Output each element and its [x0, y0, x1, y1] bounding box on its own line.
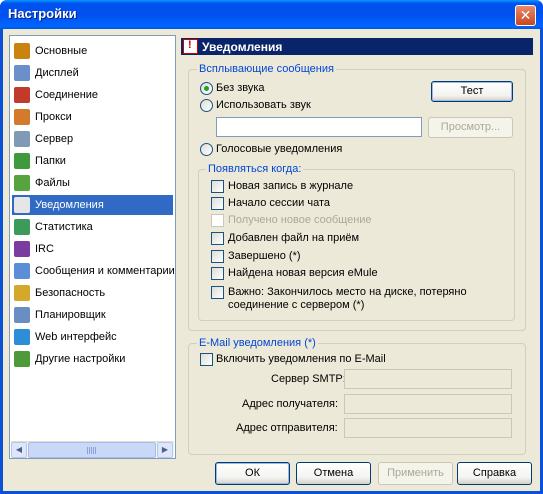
scroll-left-button[interactable]: ◀	[11, 442, 27, 458]
nav-item-label: Уведомления	[35, 199, 104, 211]
nav-item-display[interactable]: Дисплей	[12, 63, 173, 83]
when-item-checkbox[interactable]	[211, 197, 224, 210]
nav-item-irc[interactable]: IRC	[12, 239, 173, 259]
nav-item-files[interactable]: Файлы	[12, 173, 173, 193]
apply-button[interactable]: Применить	[378, 462, 453, 485]
panel-header: Уведомления	[181, 38, 533, 55]
nav-item-gear[interactable]: Основные	[12, 41, 173, 61]
help-button[interactable]: Справка	[457, 462, 532, 485]
smtp-server-input[interactable]	[344, 369, 512, 389]
when-item-checkbox[interactable]	[211, 232, 224, 245]
nav-item-settings[interactable]: Другие настройки	[12, 349, 173, 369]
browse-button[interactable]: Просмотр...	[428, 117, 513, 138]
scheduler-icon	[14, 307, 30, 323]
close-button[interactable]: ✕	[515, 5, 536, 26]
nav-item-label: IRC	[35, 243, 54, 255]
display-icon	[14, 65, 30, 81]
nav-item-label: Папки	[35, 155, 66, 167]
settings-window: Настройки ✕ Другие настройки Web интерфей…	[0, 0, 543, 494]
when-item-label[interactable]: Начало сессии чата	[228, 197, 330, 209]
nav-item-label: Web интерфейс	[35, 331, 117, 343]
nav-item-connection[interactable]: Соединение	[12, 85, 173, 105]
settings-icon	[14, 351, 30, 367]
nav-item-label: Файлы	[35, 177, 70, 189]
recipient-address-input[interactable]	[344, 394, 512, 414]
nav-item-label: Соединение	[35, 89, 99, 101]
scroll-right-button[interactable]: ▶	[157, 442, 173, 458]
enable-email-checkbox[interactable]	[200, 353, 213, 366]
email-group-title: E-Mail уведомления (*)	[197, 337, 318, 349]
smtp-server-label: Сервер SMTP:	[271, 373, 346, 385]
voice-notifications-label[interactable]: Голосовые уведомления	[216, 143, 342, 155]
no-sound-label[interactable]: Без звука	[216, 82, 265, 94]
window-title: Настройки	[8, 6, 77, 21]
panel-title: Уведомления	[202, 39, 283, 54]
title-bar[interactable]: Настройки ✕	[0, 0, 543, 29]
when-item-label[interactable]: Добавлен файл на приём	[228, 232, 359, 244]
nav-item-scheduler[interactable]: Планировщик	[12, 305, 173, 325]
nav-item-server[interactable]: Сервер	[12, 129, 173, 149]
sound-file-input[interactable]	[216, 117, 422, 137]
dialog-client: Другие настройки Web интерфейс Планировщик…	[3, 29, 540, 491]
nav-item-messages[interactable]: Сообщения и комментарии	[12, 261, 175, 281]
notification-icon	[14, 197, 30, 213]
nav-item-statistics[interactable]: Статистика	[12, 217, 173, 237]
globe-icon	[14, 329, 30, 345]
when-item-checkbox[interactable]	[211, 180, 224, 193]
nav-item-folder[interactable]: Папки	[12, 151, 173, 171]
nav-item-lock[interactable]: Безопасность	[12, 283, 173, 303]
nav-item-notification[interactable]: Уведомления	[12, 195, 173, 215]
scroll-thumb[interactable]	[28, 442, 156, 458]
use-sound-radio[interactable]	[200, 99, 213, 112]
when-item-checkbox[interactable]	[211, 286, 224, 299]
ok-button[interactable]: ОК	[215, 462, 290, 485]
recipient-address-label: Адрес получателя:	[242, 398, 339, 410]
sender-address-label: Адрес отправителя:	[236, 422, 338, 434]
nav-item-globe[interactable]: Web интерфейс	[12, 327, 173, 347]
connection-icon	[14, 87, 30, 103]
messages-icon	[14, 263, 30, 279]
nav-item-label: Основные	[35, 45, 88, 57]
when-item-label[interactable]: Новая запись в журнале	[228, 180, 353, 192]
nav-item-label: Безопасность	[35, 287, 106, 299]
when-item-label[interactable]: Завершено (*)	[228, 250, 301, 262]
no-sound-radio[interactable]	[200, 82, 213, 95]
nav-item-label: Другие настройки	[35, 353, 126, 365]
use-sound-label[interactable]: Использовать звук	[216, 99, 311, 111]
files-icon	[14, 175, 30, 191]
server-icon	[14, 131, 30, 147]
enable-email-label[interactable]: Включить уведомления по E-Mail	[216, 353, 386, 365]
irc-icon	[14, 241, 30, 257]
nav-item-label: Сообщения и комментарии	[35, 265, 175, 277]
when-item-checkbox[interactable]	[211, 250, 224, 263]
nav-item-label: Сервер	[35, 133, 74, 145]
nav-item-proxy[interactable]: Прокси	[12, 107, 173, 127]
when-item-checkbox[interactable]	[211, 267, 224, 280]
test-button[interactable]: Тест	[431, 81, 513, 102]
when-group-title: Появляться когда:	[206, 163, 304, 175]
sender-address-input[interactable]	[344, 418, 512, 438]
popups-group-title: Всплывающие сообщения	[197, 63, 336, 75]
when-item-label-line2[interactable]: соединение с сервером (*)	[228, 299, 364, 311]
proxy-icon	[14, 109, 30, 125]
statistics-icon	[14, 219, 30, 235]
gear-icon	[14, 43, 30, 59]
settings-nav-list: Другие настройки Web интерфейс Планировщик…	[9, 35, 176, 459]
when-item-label[interactable]: Важно: Закончилось место на диске, потер…	[228, 286, 467, 298]
lock-icon	[14, 285, 30, 301]
when-item-label[interactable]: Найдена новая версия eMule	[228, 267, 378, 279]
folder-icon	[14, 153, 30, 169]
nav-item-label: Планировщик	[35, 309, 106, 321]
nav-item-label: Статистика	[35, 221, 93, 233]
nav-item-label: Дисплей	[35, 67, 79, 79]
when-item-label[interactable]: Получено новое сообщение	[228, 214, 372, 226]
voice-notifications-radio[interactable]	[200, 143, 213, 156]
cancel-button[interactable]: Отмена	[296, 462, 371, 485]
nav-item-label: Прокси	[35, 111, 72, 123]
when-item-checkbox[interactable]	[211, 214, 224, 227]
nav-horizontal-scrollbar[interactable]: ◀ ▶	[11, 441, 174, 458]
notification-icon	[183, 39, 198, 54]
